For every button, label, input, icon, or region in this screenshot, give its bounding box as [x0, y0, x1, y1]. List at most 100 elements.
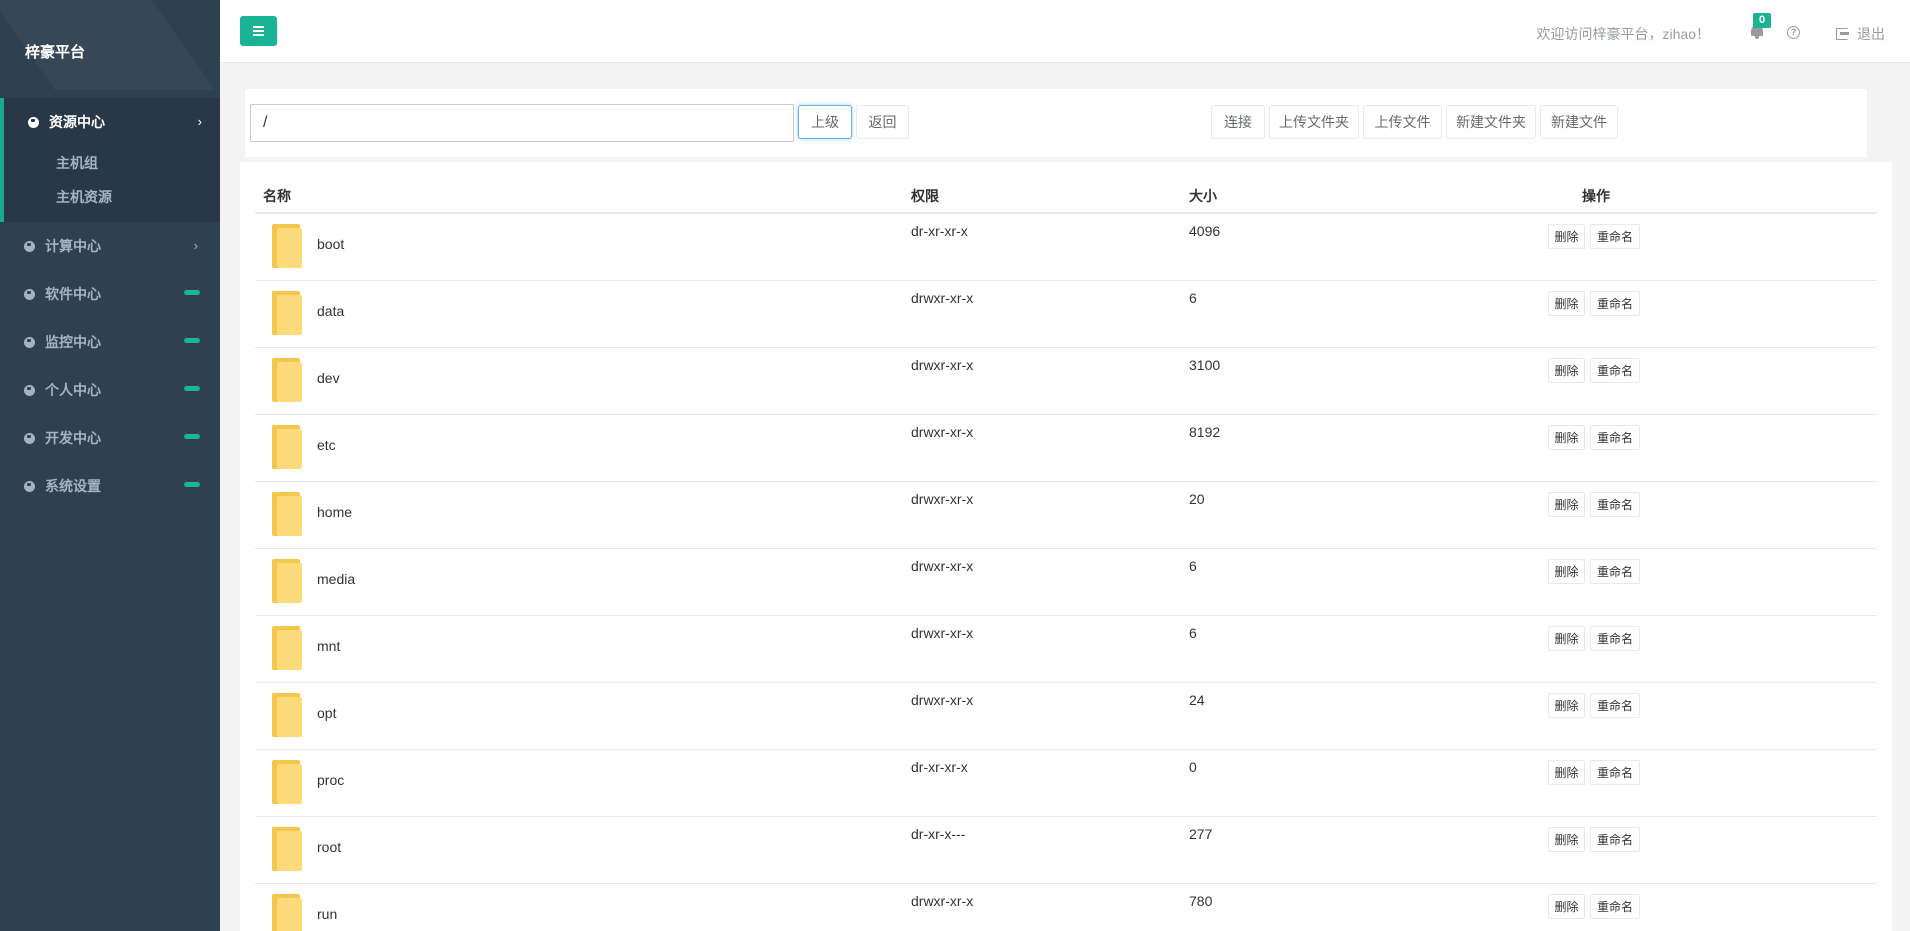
file-permission: drwxr-xr-x: [911, 625, 974, 641]
delete-button[interactable]: 删除: [1548, 492, 1585, 517]
file-name[interactable]: home: [317, 504, 352, 520]
file-size: 20: [1189, 491, 1205, 507]
folder-icon: [272, 224, 302, 268]
rename-button[interactable]: 重命名: [1590, 626, 1640, 651]
up-level-button[interactable]: 上级: [798, 105, 852, 139]
rename-button[interactable]: 重命名: [1590, 425, 1640, 450]
delete-button[interactable]: 删除: [1548, 894, 1585, 919]
toolbar-button[interactable]: 新建文件: [1540, 105, 1618, 139]
file-size: 277: [1189, 826, 1213, 842]
table-row[interactable]: data drwxr-xr-x 6 删除 重命名: [255, 281, 1877, 348]
delete-button[interactable]: 删除: [1548, 358, 1585, 383]
file-name[interactable]: run: [317, 906, 337, 922]
brand-name[interactable]: 梓豪平台: [25, 41, 85, 62]
back-button[interactable]: 返回: [856, 105, 909, 139]
rename-button[interactable]: 重命名: [1590, 492, 1640, 517]
sidebar-item-label: 计算中心: [45, 238, 101, 254]
column-header-size: 大小: [1189, 188, 1217, 204]
status-label: [184, 290, 200, 295]
globe-icon: [24, 336, 35, 348]
submenu-item-host-group[interactable]: 主机组: [4, 146, 220, 180]
help-icon[interactable]: ?: [1787, 26, 1800, 39]
submenu-item-host-resource[interactable]: 主机资源: [4, 180, 220, 214]
sidebar-item-label: 个人中心: [45, 382, 101, 398]
table-row[interactable]: media drwxr-xr-x 6 删除 重命名: [255, 549, 1877, 616]
rename-button[interactable]: 重命名: [1590, 291, 1640, 316]
menu-toggle-button[interactable]: [240, 16, 277, 46]
column-header-actions: 操作: [1582, 188, 1610, 204]
file-permission: drwxr-xr-x: [911, 424, 974, 440]
hamburger-icon: [253, 34, 264, 36]
delete-button[interactable]: 删除: [1548, 291, 1585, 316]
file-name[interactable]: proc: [317, 772, 344, 788]
file-size: 0: [1189, 759, 1197, 775]
table-row[interactable]: dev drwxr-xr-x 3100 删除 重命名: [255, 348, 1877, 415]
sidebar-item[interactable]: 计算中心 ›: [0, 222, 220, 270]
table-row[interactable]: mnt drwxr-xr-x 6 删除 重命名: [255, 616, 1877, 683]
sidebar-item[interactable]: 软件中心: [0, 270, 220, 318]
table-row[interactable]: proc dr-xr-xr-x 0 删除 重命名: [255, 750, 1877, 817]
folder-icon: [272, 760, 302, 804]
sidebar-item-label: 软件中心: [45, 286, 101, 302]
file-permission: drwxr-xr-x: [911, 558, 974, 574]
globe-icon: [28, 116, 39, 128]
rename-button[interactable]: 重命名: [1590, 358, 1640, 383]
delete-button[interactable]: 删除: [1548, 760, 1585, 785]
path-input[interactable]: [250, 104, 794, 142]
sidebar: 梓豪平台 资源中心 › 主机组 主机资源 计算中心 › 软件中心监控中心个人中心开发…: [0, 0, 220, 931]
delete-button[interactable]: 删除: [1548, 827, 1585, 852]
file-name[interactable]: root: [317, 839, 341, 855]
file-size: 8192: [1189, 424, 1221, 440]
rename-button[interactable]: 重命名: [1590, 559, 1640, 584]
nav-list: 计算中心 › 软件中心监控中心个人中心开发中心 系统设置: [0, 222, 220, 510]
file-size: 6: [1189, 290, 1197, 306]
file-name[interactable]: boot: [317, 236, 344, 252]
rename-button[interactable]: 重命名: [1590, 693, 1640, 718]
hamburger-icon: [253, 30, 264, 32]
file-size: 3100: [1189, 357, 1221, 373]
nav-item-resource-center[interactable]: 资源中心 ›: [4, 98, 220, 146]
file-name[interactable]: dev: [317, 370, 340, 386]
table-row[interactable]: opt drwxr-xr-x 24 删除 重命名: [255, 683, 1877, 750]
rename-button[interactable]: 重命名: [1590, 827, 1640, 852]
sidebar-item[interactable]: 系统设置: [0, 462, 220, 510]
rename-button[interactable]: 重命名: [1590, 760, 1640, 785]
hamburger-icon: [253, 26, 264, 28]
logout-button[interactable]: 退出: [1836, 24, 1885, 44]
toolbar-button[interactable]: 连接: [1211, 105, 1265, 139]
file-name[interactable]: mnt: [317, 638, 340, 654]
rename-button[interactable]: 重命名: [1590, 894, 1640, 919]
file-name[interactable]: data: [317, 303, 344, 319]
sidebar-item[interactable]: 监控中心: [0, 318, 220, 366]
status-label: [184, 482, 200, 487]
delete-button[interactable]: 删除: [1548, 425, 1585, 450]
rename-button[interactable]: 重命名: [1590, 224, 1640, 249]
folder-icon: [272, 827, 302, 871]
toolbar-button[interactable]: 上传文件夹: [1269, 105, 1359, 139]
chevron-right-icon: ›: [197, 114, 202, 129]
topbar: 欢迎访问梓豪平台，zihao！ 0 ? 退出: [220, 0, 1910, 63]
table-row[interactable]: boot dr-xr-xr-x 4096 删除 重命名: [255, 214, 1877, 281]
table-row[interactable]: home drwxr-xr-x 20 删除 重命名: [255, 482, 1877, 549]
submenu: 主机组 主机资源: [4, 146, 220, 222]
chevron-right-icon: ›: [193, 238, 198, 253]
sidebar-item[interactable]: 个人中心: [0, 366, 220, 414]
table-row[interactable]: etc drwxr-xr-x 8192 删除 重命名: [255, 415, 1877, 482]
delete-button[interactable]: 删除: [1548, 693, 1585, 718]
toolbar-button[interactable]: 上传文件: [1363, 105, 1442, 139]
table-row[interactable]: run drwxr-xr-x 780 删除 重命名: [255, 884, 1877, 931]
folder-icon: [272, 559, 302, 603]
table-row[interactable]: root dr-xr-x--- 277 删除 重命名: [255, 817, 1877, 884]
delete-button[interactable]: 删除: [1548, 559, 1585, 584]
delete-button[interactable]: 删除: [1548, 224, 1585, 249]
folder-icon: [272, 693, 302, 737]
globe-icon: [24, 480, 35, 492]
toolbar-button[interactable]: 新建文件夹: [1446, 105, 1536, 139]
file-name[interactable]: opt: [317, 705, 336, 721]
file-name[interactable]: media: [317, 571, 355, 587]
file-size: 6: [1189, 558, 1197, 574]
sidebar-item[interactable]: 开发中心: [0, 414, 220, 462]
nav-group-resource-center: 资源中心 › 主机组 主机资源: [0, 98, 220, 222]
delete-button[interactable]: 删除: [1548, 626, 1585, 651]
file-name[interactable]: etc: [317, 437, 336, 453]
